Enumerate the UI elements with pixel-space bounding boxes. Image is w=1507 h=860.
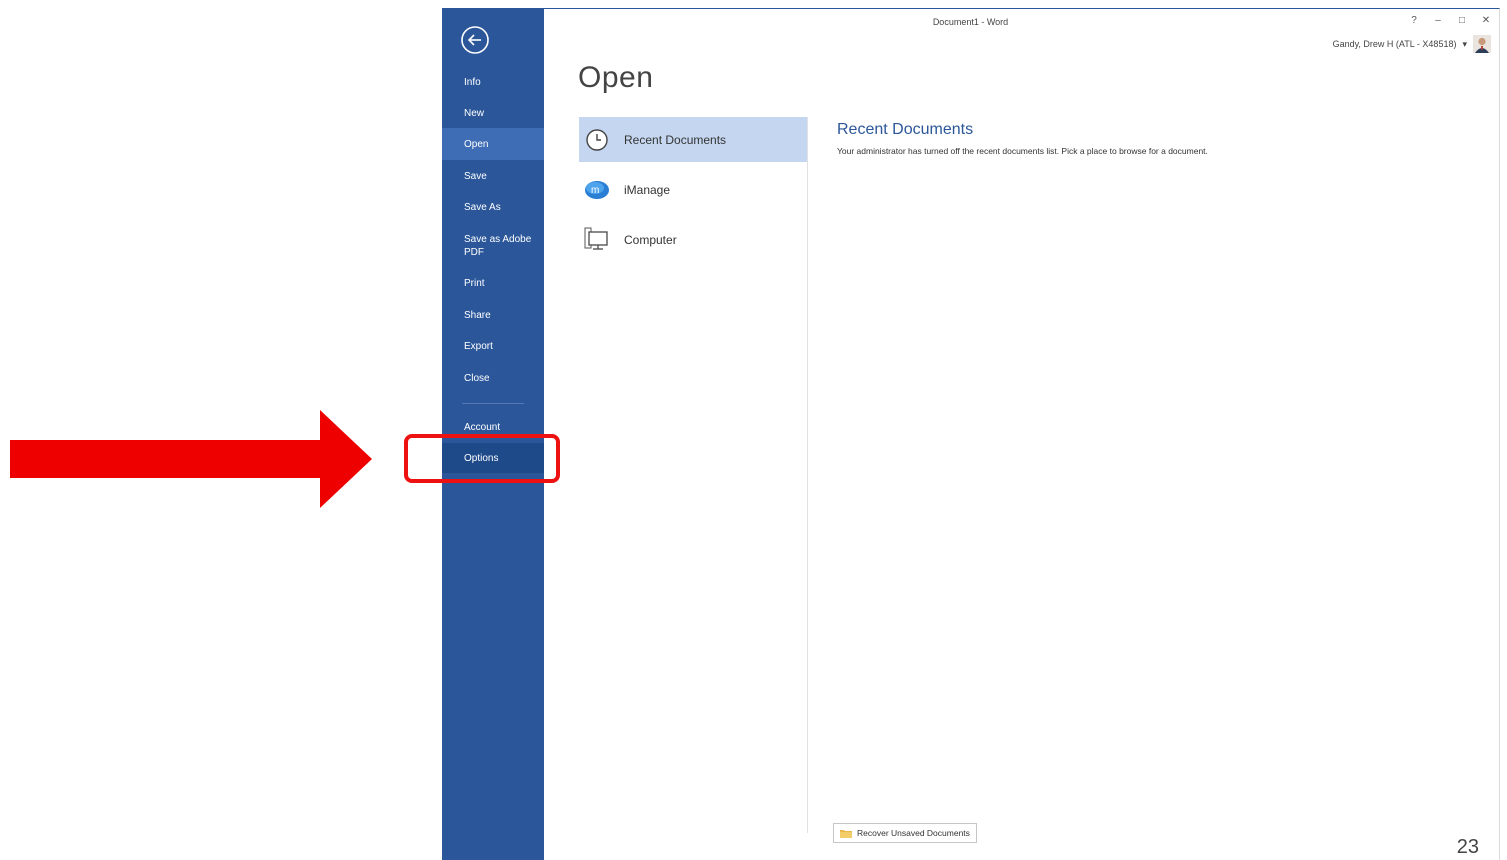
nav-item-label: Export — [464, 341, 493, 352]
nav-item-label: Open — [464, 139, 489, 150]
nav-item-save-as[interactable]: Save As — [442, 201, 544, 217]
user-name: Gandy, Drew H (ATL - X48518) — [1332, 39, 1457, 49]
nav-item-share[interactable]: Share — [442, 309, 544, 325]
nav-item-label: Save As — [464, 202, 501, 213]
nav-item-label: Close — [464, 373, 490, 384]
slide-number: 23 — [1456, 836, 1479, 858]
place-computer[interactable]: Computer — [579, 217, 808, 262]
nav-item-label: Print — [464, 278, 485, 289]
restore-button[interactable]: □ — [1457, 15, 1467, 26]
pane-divider — [807, 117, 808, 833]
nav-item-open[interactable]: Open — [442, 128, 544, 160]
svg-text:m: m — [591, 185, 599, 196]
place-label: Recent Documents — [624, 132, 727, 147]
places-list: Recent Documents m iManage Computer — [579, 117, 808, 267]
avatar — [1473, 35, 1491, 53]
nav-item-label: Save — [464, 171, 487, 182]
folder-icon — [840, 830, 852, 838]
nav-item-save[interactable]: Save — [442, 170, 544, 186]
nav-item-info[interactable]: Info — [442, 76, 544, 92]
window-title: Document1 - Word — [932, 17, 1009, 27]
nav-item-label: Account — [464, 422, 501, 433]
slide: Info New Open Save Save As Save as Adobe… — [0, 0, 1507, 860]
nav-item-label: Share — [464, 310, 491, 321]
nav-item-print[interactable]: Print — [442, 277, 544, 293]
clock-icon — [586, 128, 608, 151]
user-account[interactable]: Gandy, Drew H (ATL - X48518) ▾ — [1333, 35, 1491, 53]
user-dropdown-icon[interactable]: ▾ — [1462, 39, 1467, 50]
nav-item-export[interactable]: Export — [442, 340, 544, 356]
recover-unsaved-documents-button[interactable]: Recover Unsaved Documents — [833, 823, 977, 843]
options-highlight-annotation — [404, 434, 560, 483]
nav-item-close[interactable]: Close — [442, 372, 544, 388]
page-title: Open — [578, 61, 654, 94]
avatar-icon — [1473, 35, 1491, 53]
place-label: Computer — [624, 232, 677, 247]
back-arrow-icon[interactable] — [460, 25, 490, 55]
close-button[interactable]: ✕ — [1481, 15, 1491, 26]
computer-icon — [584, 227, 608, 250]
place-label: iManage — [624, 182, 671, 197]
nav-item-save-as-adobe-pdf[interactable]: Save as Adobe PDF — [442, 233, 544, 261]
nav-item-new[interactable]: New — [442, 107, 544, 123]
recover-label: Recover Unsaved Documents — [857, 828, 970, 838]
word-window: Info New Open Save Save As Save as Adobe… — [442, 8, 1500, 860]
nav-item-label: New — [464, 108, 485, 119]
recent-documents-message: Your administrator has turned off the re… — [837, 146, 1208, 156]
help-button[interactable]: ? — [1409, 15, 1419, 26]
red-arrow-annotation — [10, 410, 372, 508]
nav-separator — [462, 403, 524, 404]
recent-documents-heading: Recent Documents — [837, 121, 974, 138]
window-controls: ? – □ ✕ — [1409, 15, 1491, 26]
nav-item-label: Save as Adobe PDF — [464, 234, 532, 258]
place-recent-documents[interactable]: Recent Documents — [579, 117, 808, 162]
imanage-icon: m — [585, 180, 609, 199]
minimize-button[interactable]: – — [1433, 15, 1443, 26]
nav-item-label: Info — [464, 77, 481, 88]
place-imanage[interactable]: m iManage — [579, 167, 808, 212]
